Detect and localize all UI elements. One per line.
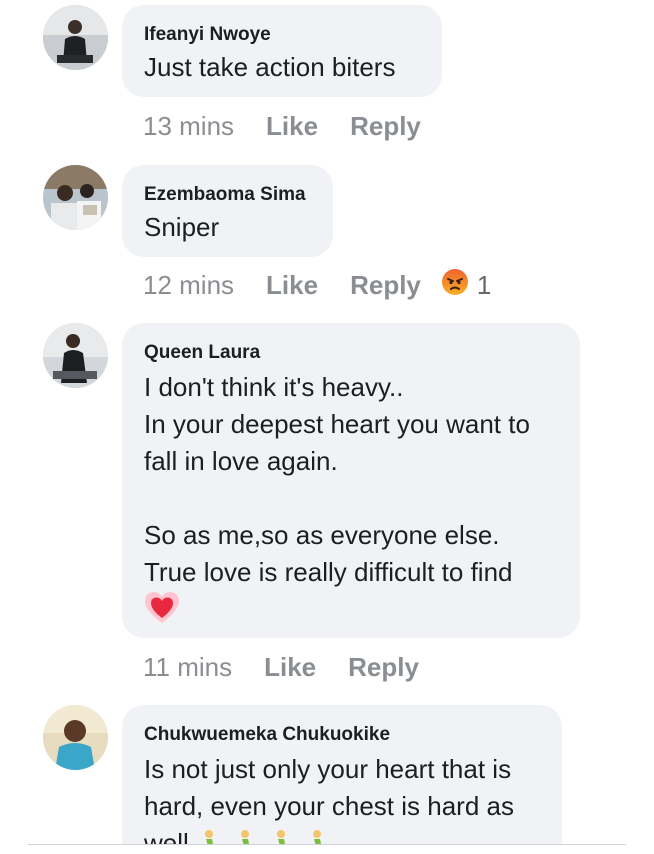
comment-text-line-last: well	[144, 825, 540, 844]
comment-text: Is not just only your heart that is hard,…	[144, 751, 540, 844]
divider	[28, 844, 626, 845]
comment-author[interactable]: Chukwuemeka Chukuokike	[144, 723, 540, 747]
comment-bubble: Chukwuemeka Chukuokike Is not just only …	[122, 705, 562, 844]
avatar[interactable]	[43, 705, 108, 770]
comment-text-line: hard, even your chest is hard as	[144, 791, 514, 821]
comment-item: Chukwuemeka Chukuokike Is not just only …	[0, 0, 654, 844]
comment-text-line: Is not just only your heart that is	[144, 754, 512, 784]
comment-text-line: well	[144, 828, 189, 844]
person-walking-emoji-icon	[197, 829, 337, 844]
